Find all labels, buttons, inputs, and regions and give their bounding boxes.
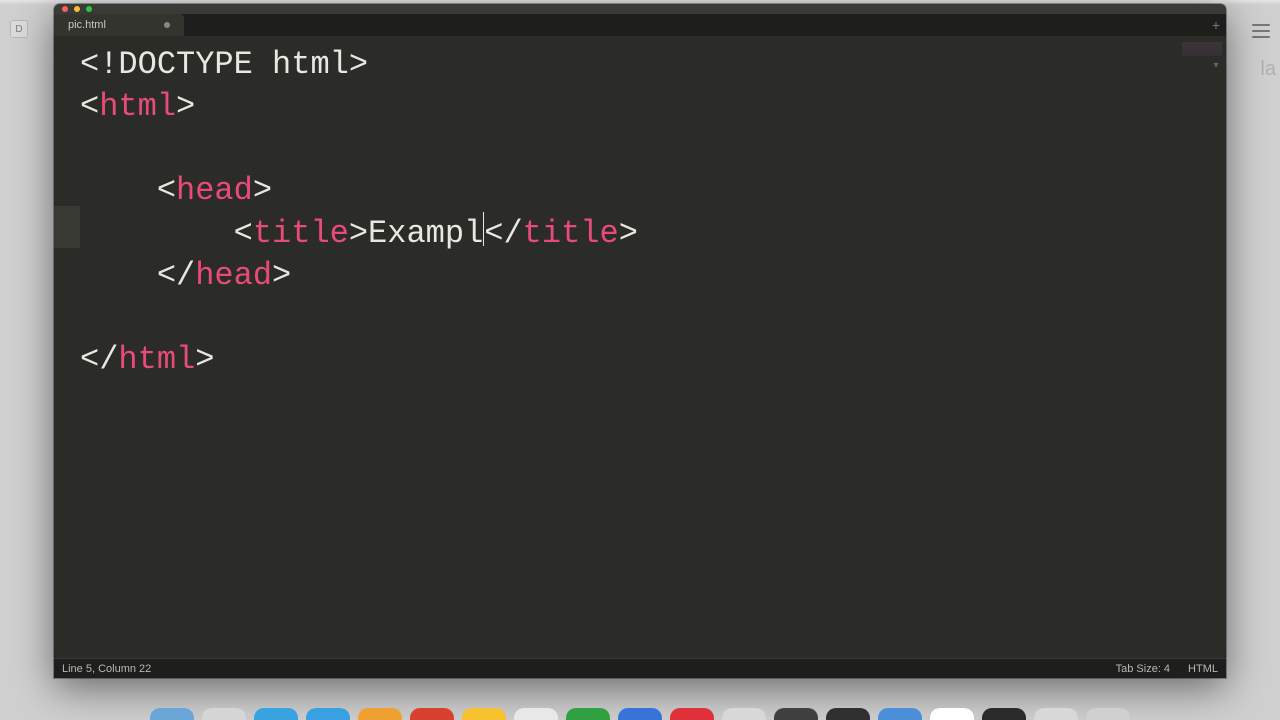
code-tag: html xyxy=(118,341,195,378)
dirty-indicator-icon xyxy=(164,22,170,28)
dock-app-icon[interactable] xyxy=(826,708,870,720)
code-text: <!DOCTYPE html> xyxy=(80,46,368,83)
editor-body: <!DOCTYPE html><html> <head> <title>Exam… xyxy=(54,36,1226,658)
code-tag: html xyxy=(99,88,176,125)
tab-file[interactable]: pic.html xyxy=(54,14,184,36)
dock-app-icon[interactable] xyxy=(930,708,974,720)
background-peek-text: la xyxy=(1260,58,1276,81)
minimap-viewport[interactable] xyxy=(1182,42,1222,56)
dock-app-icon[interactable] xyxy=(254,708,298,720)
minimap[interactable] xyxy=(1178,36,1226,658)
dock[interactable] xyxy=(0,708,1280,720)
dock-app-icon[interactable] xyxy=(982,708,1026,720)
editor-window: pic.html + <!DOCTYPE html><html> <head> … xyxy=(54,4,1226,678)
active-line-gutter xyxy=(54,206,80,248)
status-bar: Line 5, Column 22 Tab Size: 4 HTML xyxy=(54,658,1226,678)
dock-app-icon[interactable] xyxy=(618,708,662,720)
dock-app-icon[interactable] xyxy=(722,708,766,720)
dock-app-icon[interactable] xyxy=(202,708,246,720)
background-toolbar-button[interactable]: D xyxy=(10,20,28,38)
dock-app-icon[interactable] xyxy=(410,708,454,720)
close-icon[interactable] xyxy=(62,6,68,12)
dock-app-icon[interactable] xyxy=(774,708,818,720)
dock-app-icon[interactable] xyxy=(306,708,350,720)
minimize-icon[interactable] xyxy=(74,6,80,12)
code-tag: title xyxy=(523,215,619,252)
code-tag: title xyxy=(253,215,349,252)
code-editor[interactable]: <!DOCTYPE html><html> <head> <title>Exam… xyxy=(80,36,1178,658)
status-syntax[interactable]: HTML xyxy=(1188,663,1218,675)
window-titlebar[interactable] xyxy=(54,4,1226,14)
dock-app-icon[interactable] xyxy=(514,708,558,720)
tab-filename: pic.html xyxy=(68,19,106,31)
dock-app-icon[interactable] xyxy=(150,708,194,720)
new-tab-button[interactable]: + xyxy=(1206,14,1226,36)
status-tabsize[interactable]: Tab Size: 4 xyxy=(1116,663,1170,675)
tab-overflow-button[interactable]: ▾ xyxy=(1206,58,1226,72)
hamburger-icon[interactable] xyxy=(1252,24,1270,38)
code-tag: head xyxy=(176,172,253,209)
dock-app-icon[interactable] xyxy=(670,708,714,720)
maximize-icon[interactable] xyxy=(86,6,92,12)
gutter xyxy=(54,36,80,658)
code-tag: head xyxy=(195,257,272,294)
dock-app-icon[interactable] xyxy=(462,708,506,720)
tab-bar: pic.html + xyxy=(54,14,1226,36)
code-text: Exampl xyxy=(368,215,483,252)
dock-app-icon[interactable] xyxy=(878,708,922,720)
dock-app-icon[interactable] xyxy=(1086,708,1130,720)
dock-app-icon[interactable] xyxy=(566,708,610,720)
status-position[interactable]: Line 5, Column 22 xyxy=(62,663,151,675)
dock-app-icon[interactable] xyxy=(358,708,402,720)
dock-app-icon[interactable] xyxy=(1034,708,1078,720)
